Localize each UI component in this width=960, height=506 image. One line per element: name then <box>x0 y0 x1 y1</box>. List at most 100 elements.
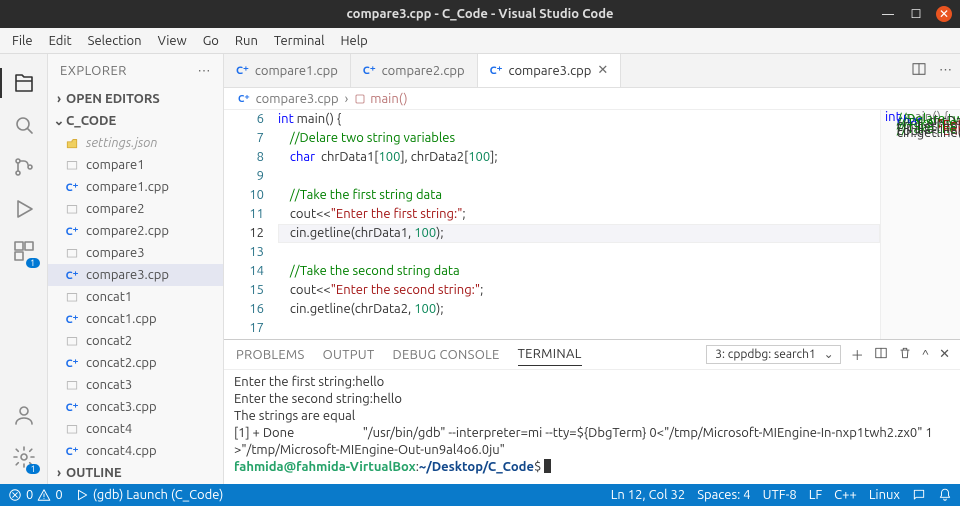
file-item[interactable]: concat3 <box>48 374 223 396</box>
more-actions-icon[interactable]: ⋯ <box>939 63 952 78</box>
window-title: compare3.cpp - C_Code - Visual Studio Co… <box>347 7 614 21</box>
panel-tab-terminal[interactable]: TERMINAL <box>518 343 582 366</box>
status-spaces[interactable]: Spaces: 4 <box>697 488 750 502</box>
new-terminal-icon[interactable]: ＋ <box>851 345 864 364</box>
close-panel-icon[interactable]: ✕ <box>939 347 950 362</box>
file-item[interactable]: C⁺ compare2.cpp <box>48 220 223 242</box>
file-label: compare2.cpp <box>86 224 169 238</box>
search-icon[interactable] <box>0 104 48 146</box>
outline-section[interactable]: ›OUTLINE <box>48 462 223 484</box>
file-list: settings.jsoncompare1C⁺compare1.cppcompa… <box>48 132 223 462</box>
file-label: concat4.cpp <box>86 444 157 458</box>
settings-badge: 1 <box>26 464 40 474</box>
file-item[interactable]: C⁺concat2.cpp <box>48 352 223 374</box>
extensions-badge: 1 <box>26 258 40 268</box>
more-icon[interactable]: ⋯ <box>198 64 212 79</box>
editor-tab[interactable]: C⁺compare2.cpp <box>351 54 478 87</box>
file-item[interactable]: C⁺concat3.cpp <box>48 396 223 418</box>
menu-file[interactable]: File <box>4 30 41 52</box>
panel-tab-output[interactable]: OUTPUT <box>323 344 375 366</box>
panel-tab-debug-console[interactable]: DEBUG CONSOLE <box>393 344 500 366</box>
close-tab-icon[interactable]: ✕ <box>597 63 608 78</box>
menu-view[interactable]: View <box>150 30 195 52</box>
file-label: concat2 <box>86 334 132 348</box>
binary-file-icon <box>64 421 80 437</box>
cpp-file-icon: C⁺ <box>64 355 80 371</box>
settings-gear-icon[interactable]: 1 <box>0 436 48 478</box>
file-label: concat1.cpp <box>86 312 157 326</box>
editor-tabs: C⁺compare1.cppC⁺compare2.cppC⁺compare3.c… <box>224 54 960 88</box>
source-control-icon[interactable] <box>0 146 48 188</box>
menu-bar: FileEditSelectionViewGoRunTerminalHelp <box>0 28 960 54</box>
cpp-file-icon: C⁺ <box>64 311 80 327</box>
menu-run[interactable]: Run <box>227 30 266 52</box>
file-label: concat3 <box>86 378 132 392</box>
terminal-output[interactable]: Enter the first string:helloEnter the se… <box>224 370 960 484</box>
activity-bar: 1 1 <box>0 54 48 484</box>
explorer-icon[interactable] <box>0 62 48 104</box>
status-bar: 00 (gdb) Launch (C_Code) Ln 12, Col 32 S… <box>0 484 960 506</box>
status-problems[interactable]: 00 <box>8 488 63 502</box>
explorer-title: EXPLORER <box>60 64 127 78</box>
feedback-icon[interactable] <box>912 488 926 502</box>
explorer-sidebar: EXPLORER ⋯ ›OPEN EDITORS ⌄C_CODE setting… <box>48 54 224 484</box>
folder-section[interactable]: ⌄C_CODE <box>48 110 223 132</box>
cpp-file-icon: C⁺ <box>64 223 80 239</box>
notifications-icon[interactable] <box>938 488 952 502</box>
breadcrumb[interactable]: C⁺ compare3.cpp › main() <box>224 88 960 110</box>
close-icon[interactable]: ✕ <box>936 6 952 22</box>
file-label: concat1 <box>86 290 132 304</box>
file-label: concat4 <box>86 422 132 436</box>
file-item[interactable]: concat1 <box>48 286 223 308</box>
maximize-icon[interactable]: ☐ <box>908 6 924 22</box>
file-item[interactable]: concat2 <box>48 330 223 352</box>
file-item[interactable]: settings.json <box>48 132 223 154</box>
menu-selection[interactable]: Selection <box>80 30 150 52</box>
file-label: compare3 <box>86 246 145 260</box>
run-debug-icon[interactable] <box>0 188 48 230</box>
status-os[interactable]: Linux <box>869 488 900 502</box>
file-item[interactable]: C⁺compare1.cpp <box>48 176 223 198</box>
file-label: settings.json <box>86 136 158 150</box>
maximize-panel-icon[interactable]: ^ <box>922 348 929 362</box>
file-item[interactable]: concat4 <box>48 418 223 440</box>
cpp-file-icon: C⁺ <box>64 267 80 283</box>
file-label: concat3.cpp <box>86 400 157 414</box>
menu-edit[interactable]: Edit <box>41 30 80 52</box>
binary-file-icon <box>64 201 80 217</box>
file-label: compare1 <box>86 158 145 172</box>
minimize-icon[interactable]: — <box>880 6 896 22</box>
menu-terminal[interactable]: Terminal <box>266 30 333 52</box>
binary-file-icon <box>64 245 80 261</box>
menu-help[interactable]: Help <box>332 30 375 52</box>
file-item[interactable]: compare2 <box>48 198 223 220</box>
status-encoding[interactable]: UTF-8 <box>763 488 797 502</box>
title-bar: compare3.cpp - C_Code - Visual Studio Co… <box>0 0 960 28</box>
terminal-task-dropdown[interactable]: 3: cppdbg: search1 <box>706 345 840 364</box>
bottom-panel: PROBLEMS OUTPUT DEBUG CONSOLE TERMINAL 3: c… <box>224 339 960 484</box>
file-item[interactable]: compare3 <box>48 242 223 264</box>
editor-tab[interactable]: C⁺compare3.cpp✕ <box>478 54 622 87</box>
binary-file-icon <box>64 289 80 305</box>
open-editors-section[interactable]: ›OPEN EDITORS <box>48 88 223 110</box>
panel-tab-problems[interactable]: PROBLEMS <box>236 344 305 366</box>
extensions-icon[interactable]: 1 <box>0 230 48 272</box>
file-item[interactable]: C⁺concat4.cpp <box>48 440 223 462</box>
status-eol[interactable]: LF <box>809 488 822 502</box>
minimap[interactable]: int main() { //Delare two string variabl… <box>880 110 960 339</box>
status-debug-config[interactable]: (gdb) Launch (C_Code) <box>75 488 224 502</box>
editor-tab[interactable]: C⁺compare1.cpp <box>224 54 351 87</box>
binary-file-icon <box>64 377 80 393</box>
menu-go[interactable]: Go <box>195 30 227 52</box>
file-item[interactable]: C⁺compare3.cpp <box>48 264 223 286</box>
split-editor-icon[interactable] <box>911 61 927 80</box>
status-lang[interactable]: C++ <box>834 488 857 502</box>
split-terminal-icon[interactable] <box>874 346 888 363</box>
cpp-file-icon: C⁺ <box>363 64 376 77</box>
accounts-icon[interactable] <box>0 394 48 436</box>
file-item[interactable]: compare1 <box>48 154 223 176</box>
code-editor[interactable]: int main() { //Delare two string variabl… <box>278 110 880 339</box>
file-item[interactable]: C⁺ concat1.cpp <box>48 308 223 330</box>
kill-terminal-icon[interactable] <box>898 346 912 363</box>
status-ln-col[interactable]: Ln 12, Col 32 <box>611 488 685 502</box>
